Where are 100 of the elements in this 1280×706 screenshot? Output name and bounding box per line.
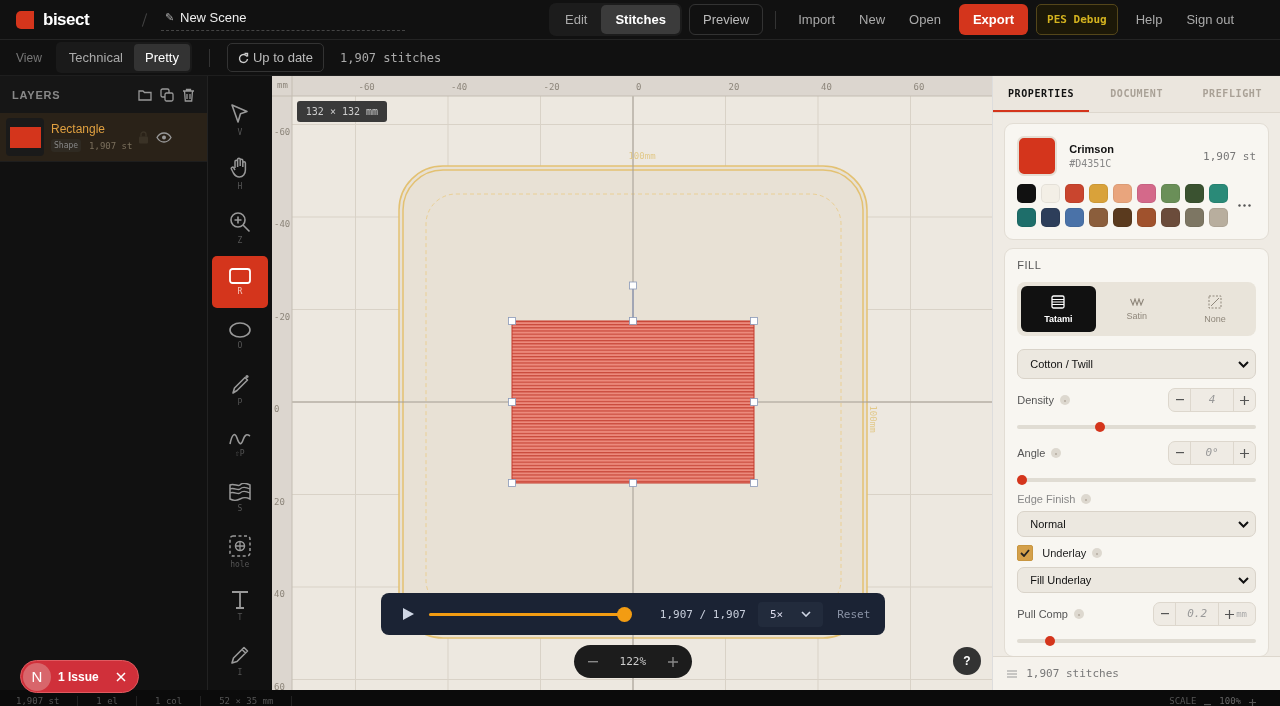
plus-icon[interactable]	[1249, 699, 1256, 706]
layer-name: Rectangle	[51, 122, 107, 136]
mode-tab[interactable]: Stitches	[601, 5, 680, 34]
footer-stitch-count: 1,907 stitches	[1026, 667, 1119, 680]
color-swatch[interactable]	[1161, 208, 1181, 227]
chevron-icon	[1238, 520, 1249, 528]
color-swatch[interactable]	[1017, 208, 1037, 227]
underlay-checkbox[interactable]	[1017, 545, 1034, 561]
scene-title-field[interactable]: ✎ New Scene	[161, 8, 405, 31]
color-swatch[interactable]	[1089, 208, 1109, 227]
status-item: 1,907 st	[16, 696, 60, 706]
play-icon	[402, 608, 414, 620]
color-swatch[interactable]	[1209, 208, 1229, 227]
ruler-label: 40	[273, 589, 285, 599]
thread-hex: #D4351C	[1069, 158, 1113, 169]
fill-type-option[interactable]: Tatami	[1021, 286, 1096, 332]
ruler-label: -20	[543, 82, 560, 92]
layer-count: 1,907 st	[89, 140, 133, 151]
slider-track[interactable]	[1017, 475, 1256, 485]
list-icon	[1007, 669, 1018, 678]
color-swatch[interactable]	[1161, 184, 1181, 203]
ruler-label: 40	[820, 82, 832, 92]
chevron-icon	[1238, 576, 1249, 584]
header-link[interactable]: Help	[1123, 5, 1175, 34]
up-to-date-button[interactable]: Up to date	[226, 43, 324, 72]
nav-button[interactable]: New	[847, 5, 898, 34]
slider-track[interactable]	[1017, 636, 1256, 646]
color-swatch[interactable]	[1185, 184, 1205, 203]
issues-label: 1 Issue	[58, 669, 100, 684]
empty-icon	[1207, 294, 1222, 309]
preview-button[interactable]: Preview	[689, 4, 764, 35]
layers-title: LAYERS	[12, 88, 62, 101]
debug-button[interactable]: PES Debug	[1036, 4, 1118, 35]
ruler-label: 0	[635, 82, 642, 92]
color-swatch[interactable]	[1041, 184, 1061, 203]
pen-icon	[229, 373, 250, 395]
minus-icon[interactable]	[1204, 704, 1212, 706]
status-item: 52 × 35 mm	[219, 696, 274, 706]
color-swatch[interactable]	[1065, 208, 1085, 227]
edge-finish-select[interactable]: Normal	[1017, 511, 1256, 537]
trash-icon[interactable]	[181, 87, 195, 102]
panel-tab[interactable]: PROPERTIES	[993, 76, 1089, 112]
mode-tab[interactable]: Edit	[551, 5, 602, 34]
tatami-icon	[1051, 294, 1066, 309]
minus-icon	[1175, 399, 1184, 401]
slider-track[interactable]	[1017, 422, 1256, 432]
header-link[interactable]: Sign out	[1174, 5, 1247, 34]
color-swatch[interactable]	[1065, 184, 1085, 203]
selection-handles[interactable]	[507, 281, 758, 487]
color-swatch[interactable]	[1137, 208, 1157, 227]
scale-label: SCALE	[1169, 696, 1197, 706]
ruler-label: -60	[358, 82, 375, 92]
color-swatch[interactable]	[1113, 208, 1133, 227]
avatar: N	[23, 662, 51, 691]
ruler-label: 0	[273, 404, 280, 414]
property-label: Pull Comp	[1017, 608, 1068, 620]
property-label: Angle	[1017, 447, 1046, 459]
play-button[interactable]	[402, 608, 414, 620]
issues-badge[interactable]: N 1 Issue	[20, 660, 139, 693]
stitch-count: 1,907 stitches	[339, 50, 442, 65]
ruler-unit: mm	[276, 80, 288, 90]
ruler-label: -20	[273, 311, 291, 322]
color-swatch[interactable]	[1089, 184, 1109, 203]
minus-icon[interactable]	[587, 660, 598, 663]
size-badge: 132 × 132 mm	[296, 101, 388, 122]
ruler-label: -40	[273, 219, 291, 229]
color-swatch[interactable]	[1209, 184, 1229, 203]
color-swatch[interactable]	[1041, 208, 1061, 227]
ruler-label: 60	[273, 681, 285, 690]
more-icon[interactable]	[1238, 204, 1252, 207]
logo-text: bisect	[43, 9, 90, 30]
caret-icon	[801, 611, 812, 617]
color-swatch[interactable]	[1113, 184, 1133, 203]
ruler-label: -40	[450, 82, 468, 92]
view-option[interactable]: Technical	[57, 44, 134, 71]
view-option[interactable]: Pretty	[134, 44, 190, 71]
layer-row[interactable]: Rectangle Shape 1,907 st	[0, 113, 207, 162]
underlay-select[interactable]: Fill Underlay	[1017, 567, 1256, 593]
speed-select[interactable]: 5×	[757, 601, 824, 627]
color-swatch[interactable]	[1185, 208, 1205, 227]
pointer-icon	[229, 103, 250, 125]
zoom-icon	[228, 211, 251, 233]
zigzag-icon	[1129, 297, 1144, 306]
export-button[interactable]: Export	[958, 4, 1029, 35]
check-icon	[1020, 549, 1031, 557]
logo-icon	[16, 10, 34, 29]
layer-thumbnail	[6, 118, 44, 156]
eye-icon[interactable]	[156, 131, 172, 143]
plus-icon[interactable]	[667, 656, 678, 667]
folder-icon[interactable]	[137, 88, 152, 101]
reset-button[interactable]: Reset	[837, 607, 871, 621]
nav-button[interactable]: Open	[897, 5, 953, 34]
nav-button[interactable]: Import	[786, 5, 848, 34]
close-icon[interactable]	[116, 671, 126, 682]
fabric-select[interactable]: Cotton / Twill	[1017, 349, 1256, 379]
duplicate-icon[interactable]	[159, 87, 174, 102]
color-swatch[interactable]	[1017, 184, 1037, 203]
thread-stitch-count: 1,907 st	[1203, 149, 1256, 163]
thread-swatch[interactable]	[1017, 136, 1058, 176]
color-swatch[interactable]	[1137, 184, 1157, 203]
